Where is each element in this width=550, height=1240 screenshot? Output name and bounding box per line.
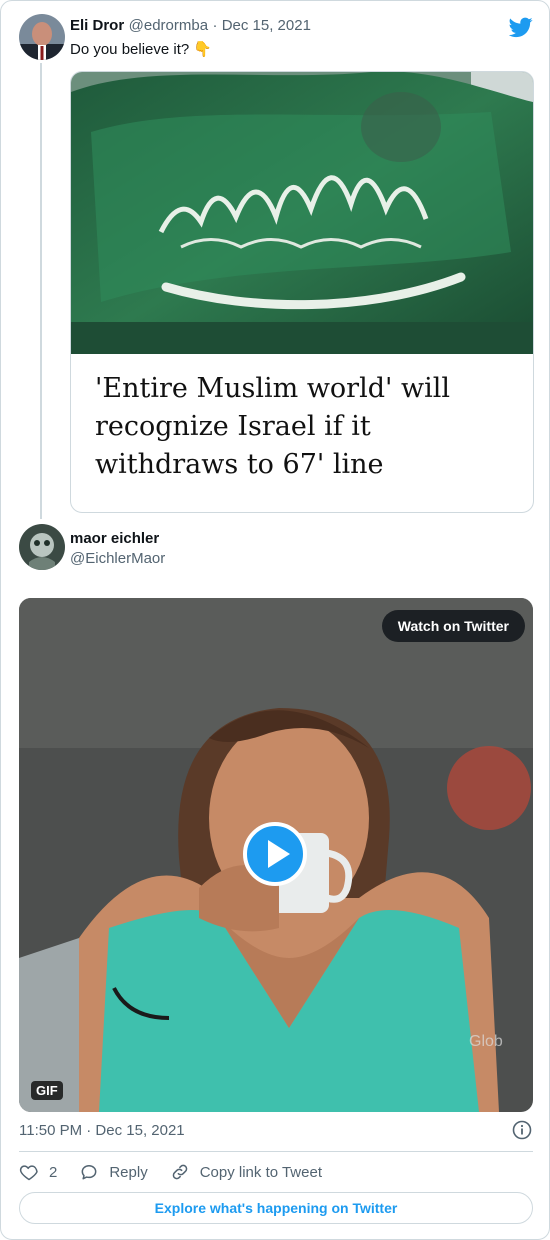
link-preview-card[interactable]: 'Entire Muslim world' will recognize Isr… xyxy=(70,71,534,513)
reply-label: Reply xyxy=(109,1163,148,1181)
reply-author-handle[interactable]: @EichlerMaor xyxy=(70,550,165,567)
gif-media[interactable]: Glob Watch on Twitter GIF xyxy=(19,598,533,1112)
author-name[interactable]: Eli Dror xyxy=(70,17,124,34)
link-preview-headline: 'Entire Muslim world' will recognize Isr… xyxy=(95,373,451,480)
reply-timestamp[interactable]: 11:50 PM · Dec 15, 2021 xyxy=(19,1122,185,1139)
heart-icon xyxy=(19,1165,38,1181)
tweet-text: Do you believe it? 👇 xyxy=(70,41,213,58)
watch-on-twitter-button[interactable]: Watch on Twitter xyxy=(381,610,525,642)
link-icon xyxy=(172,1164,187,1180)
like-action[interactable]: 2 xyxy=(19,1162,57,1182)
link-preview-image xyxy=(71,72,533,354)
gif-badge: GIF xyxy=(31,1081,63,1100)
copy-link-action[interactable]: Copy link to Tweet xyxy=(170,1162,322,1182)
embedded-tweet-card: Eli Dror @edrormba · Dec 15, 2021 Do you… xyxy=(0,0,550,1240)
play-icon[interactable] xyxy=(243,822,307,886)
svg-text:Glob: Glob xyxy=(469,1033,503,1050)
tweet-date[interactable]: · Dec 15, 2021 xyxy=(213,17,311,34)
divider xyxy=(19,1151,533,1152)
tweet-header: Eli Dror @edrormba · Dec 15, 2021 xyxy=(70,17,311,35)
author-handle[interactable]: @edrormba xyxy=(129,17,208,34)
reply-action[interactable]: Reply xyxy=(79,1162,148,1182)
reply-author-name[interactable]: maor eichler xyxy=(70,530,159,547)
reply-bubble-icon xyxy=(81,1165,97,1180)
info-icon[interactable] xyxy=(512,1120,532,1140)
like-count: 2 xyxy=(49,1163,58,1181)
avatar-eli-dror[interactable] xyxy=(19,14,65,60)
avatar-maor-eichler[interactable] xyxy=(19,524,65,570)
copy-link-label: Copy link to Tweet xyxy=(199,1163,322,1181)
explore-twitter-button[interactable]: Explore what's happening on Twitter xyxy=(19,1192,533,1224)
thread-connector-line xyxy=(40,63,42,519)
twitter-bird-icon[interactable] xyxy=(508,15,533,39)
tweet-actions: 2 Reply Copy link to Tweet xyxy=(19,1161,344,1183)
